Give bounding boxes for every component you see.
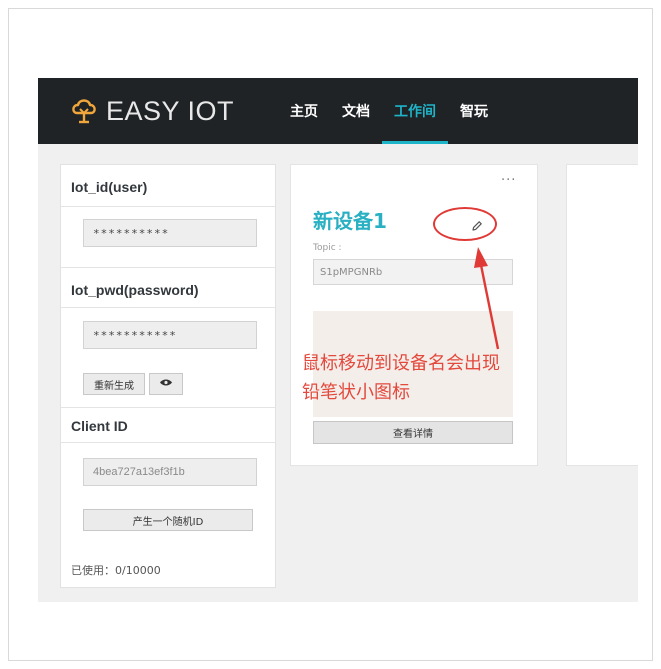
divider xyxy=(61,206,275,207)
topic-field: S1pMPGNRb xyxy=(313,259,513,285)
logo-text: EASY IOT xyxy=(106,95,235,126)
more-options-icon[interactable]: ··· xyxy=(501,173,516,188)
nav-item-smart-play[interactable]: 智玩 xyxy=(448,78,500,144)
nav-item-docs[interactable]: 文档 xyxy=(330,78,382,144)
client-id-title: Client ID xyxy=(71,418,128,434)
annotation-line-1: 鼠标移动到设备名会出现 xyxy=(302,353,500,374)
user-id-title: Iot_id(user) xyxy=(71,179,148,195)
highlight-circle xyxy=(433,207,497,241)
device-card-partial xyxy=(566,164,638,466)
topic-label: Topic : xyxy=(313,243,342,253)
usage-count: 已使用：0/10000 xyxy=(71,564,161,577)
divider xyxy=(61,407,275,408)
device-name[interactable]: 新设备1 xyxy=(313,205,387,234)
annotation-text: 鼠标移动到设备名会出现 铅笔状小图标 xyxy=(302,349,602,407)
device-card: ··· 新设备1 Topic : S1pMPGNRb 查看详情 xyxy=(290,164,538,466)
divider xyxy=(61,307,275,308)
divider xyxy=(61,267,275,268)
credentials-panel: Iot_id(user) ********** Iot_pwd(password… xyxy=(60,164,276,588)
password-title: Iot_pwd(password) xyxy=(71,282,199,298)
app-window: EASY IOT 主页 文档 工作间 智玩 Iot_id(user) *****… xyxy=(38,78,638,602)
show-password-button[interactable] xyxy=(149,373,183,395)
regenerate-button[interactable]: 重新生成 xyxy=(83,373,145,395)
cloud-bulb-icon xyxy=(70,95,98,127)
divider xyxy=(61,442,275,443)
password-field[interactable]: *********** xyxy=(83,321,257,349)
top-navigation-bar: EASY IOT 主页 文档 工作间 智玩 xyxy=(38,78,638,144)
user-id-field[interactable]: ********** xyxy=(83,219,257,247)
pencil-icon[interactable] xyxy=(471,217,483,236)
client-id-field[interactable]: 4bea727a13ef3f1b xyxy=(83,458,257,486)
nav-item-workspace[interactable]: 工作间 xyxy=(382,78,448,144)
annotation-line-2: 铅笔状小图标 xyxy=(302,382,410,403)
logo[interactable]: EASY IOT xyxy=(70,95,234,127)
eye-icon xyxy=(159,378,173,390)
view-details-button[interactable]: 查看详情 xyxy=(313,421,513,444)
random-id-button[interactable]: 产生一个随机ID xyxy=(83,509,253,531)
main-nav: 主页 文档 工作间 智玩 xyxy=(278,78,500,144)
nav-item-home[interactable]: 主页 xyxy=(278,78,330,144)
